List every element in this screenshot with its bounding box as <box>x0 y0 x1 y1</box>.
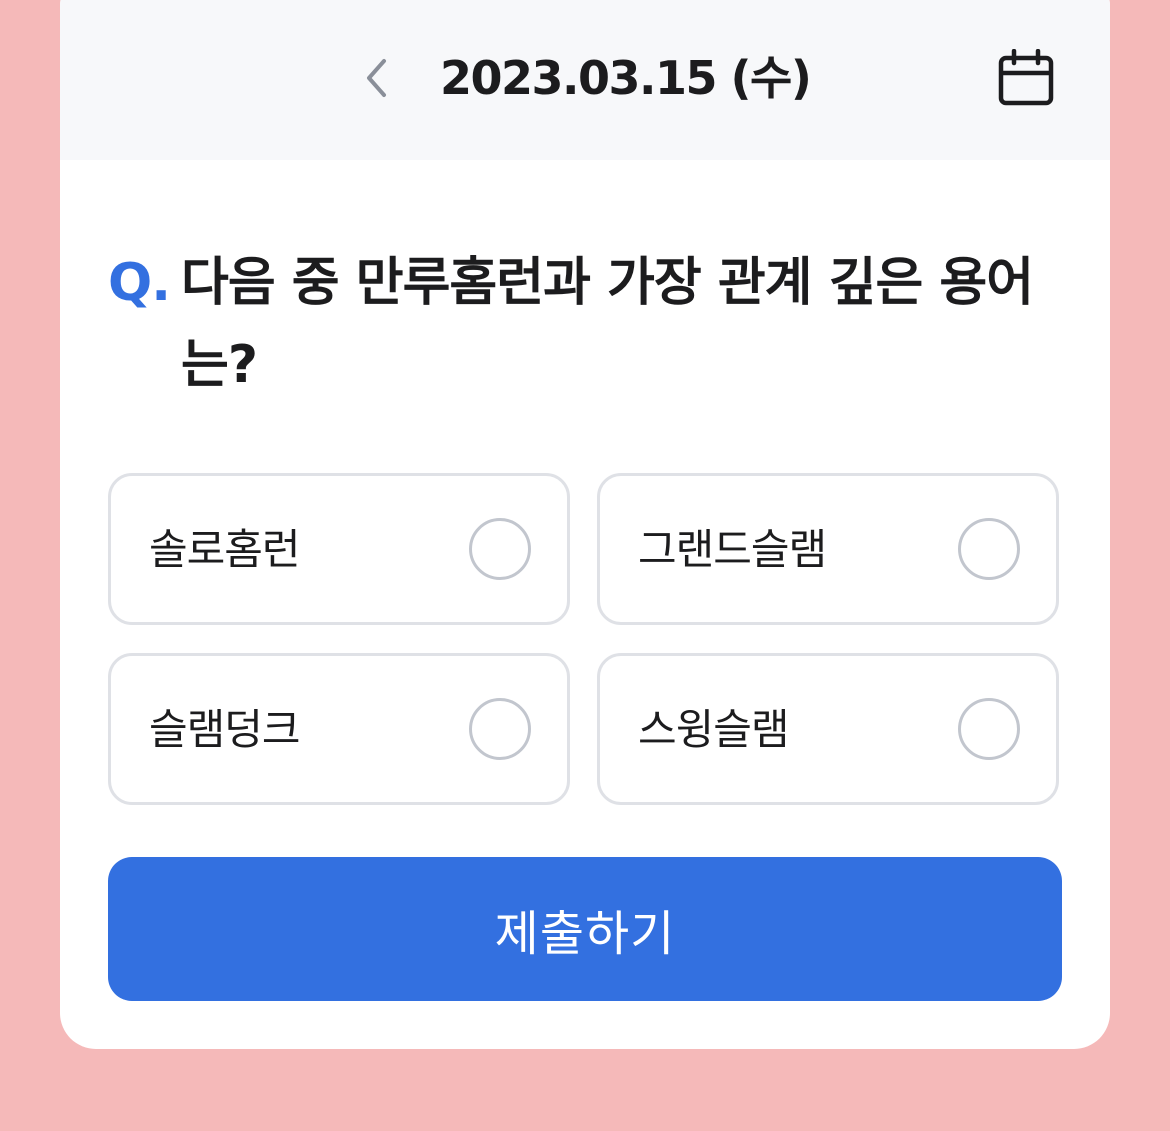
chevron-left-icon <box>367 59 386 97</box>
option-label: 슬램덩크 <box>149 705 301 754</box>
option-2[interactable]: 그랜드슬램 <box>597 473 1059 625</box>
option-label: 그랜드슬램 <box>638 525 827 574</box>
calendar-icon <box>998 49 1054 106</box>
option-3[interactable]: 슬램덩크 <box>108 653 570 805</box>
calendar-button[interactable] <box>994 46 1058 110</box>
radio-circle-icon[interactable] <box>469 698 531 760</box>
question-prefix: Q. <box>108 253 171 313</box>
option-1[interactable]: 솔로홈런 <box>108 473 570 625</box>
option-4[interactable]: 스윙슬램 <box>597 653 1059 805</box>
date-label: 2023.03.15 (수) <box>440 51 812 105</box>
question-text: 다음 중 만루홈런과 가장 관계 깊은 용어는? <box>181 253 1034 395</box>
question: Q. 다음 중 만루홈런과 가장 관계 깊은 용어는? <box>108 242 1068 406</box>
quiz-card: 2023.03.15 (수) Q. 다음 중 만루홈런과 가장 관계 깊은 용어… <box>60 0 1110 1049</box>
submit-button[interactable]: 제출하기 <box>108 857 1062 1001</box>
radio-circle-icon[interactable] <box>958 518 1020 580</box>
date-header: 2023.03.15 (수) <box>60 0 1110 160</box>
previous-day-button[interactable] <box>356 50 396 106</box>
option-label: 솔로홈런 <box>149 525 301 574</box>
option-label: 스윙슬램 <box>638 705 790 754</box>
radio-circle-icon[interactable] <box>469 518 531 580</box>
submit-label: 제출하기 <box>494 906 676 962</box>
radio-circle-icon[interactable] <box>958 698 1020 760</box>
